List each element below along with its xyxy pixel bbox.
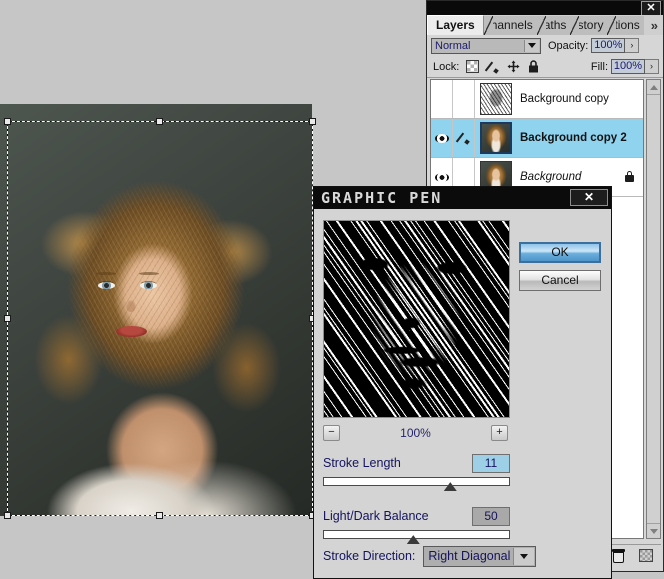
layer-list-scrollbar[interactable]	[646, 79, 661, 539]
fill-input[interactable]: 100%	[611, 59, 645, 74]
light-dark-balance-control: Light/Dark Balance 50	[323, 505, 510, 544]
transparency-lock-icon[interactable]	[466, 60, 480, 73]
stroke-length-slider[interactable]	[323, 477, 510, 491]
add-mask-icon[interactable]	[639, 549, 653, 562]
scroll-down-icon[interactable]	[647, 523, 660, 538]
paint-lock-icon[interactable]	[486, 60, 500, 74]
dialog-body: OK Cancel − 100% + Stroke Length 11 Ligh…	[314, 209, 611, 578]
palette-titlebar[interactable]: ✕	[427, 1, 663, 16]
layer-name: Background copy 2	[520, 132, 627, 144]
tab-overflow-icon[interactable]: »	[646, 16, 663, 35]
dialog-title: GRAPHIC PEN	[321, 189, 443, 207]
light-dark-balance-input[interactable]: 50	[472, 506, 510, 526]
all-lock-icon[interactable]	[527, 60, 540, 73]
filter-preview[interactable]	[323, 220, 510, 418]
close-icon[interactable]: ✕	[570, 189, 608, 206]
layer-name: Background	[520, 171, 582, 183]
stroke-length-slider-thumb[interactable]	[443, 482, 457, 491]
zoom-level-label: 100%	[400, 426, 431, 440]
scroll-up-icon[interactable]	[647, 80, 660, 95]
zoom-out-button[interactable]: −	[323, 425, 340, 441]
opacity-input[interactable]: 100%	[591, 38, 626, 53]
stroke-direction-select[interactable]: Right Diagonal	[423, 545, 537, 567]
close-icon[interactable]: ✕	[641, 1, 661, 16]
blend-mode-row: Normal Opacity: 100% ›	[427, 35, 663, 56]
tab-paths[interactable]: aths	[536, 16, 571, 35]
graphic-pen-preview-art	[324, 221, 509, 417]
fill-label: Fill:	[590, 60, 608, 73]
stroke-direction-label: Stroke Direction:	[323, 549, 416, 563]
fill-slider-arrow-icon[interactable]: ›	[645, 59, 659, 74]
cancel-button[interactable]: Cancel	[519, 270, 601, 291]
opacity-slider-arrow-icon[interactable]: ›	[625, 38, 640, 53]
layer-thumbnail[interactable]	[480, 122, 512, 154]
ok-button[interactable]: OK	[519, 242, 601, 263]
chevron-down-icon[interactable]	[513, 547, 535, 565]
preview-zoom-controls: − 100% +	[323, 423, 508, 443]
light-dark-balance-slider[interactable]	[323, 530, 510, 544]
brush-icon	[457, 131, 471, 145]
stroke-length-input[interactable]: 11	[472, 453, 510, 473]
move-lock-icon[interactable]	[507, 60, 520, 73]
light-dark-balance-label: Light/Dark Balance	[323, 509, 429, 523]
light-dark-balance-slider-thumb[interactable]	[406, 535, 420, 544]
tab-channels[interactable]: hannels	[483, 16, 537, 35]
layer-thumbnail[interactable]	[480, 83, 512, 115]
blend-mode-value: Normal	[435, 39, 471, 52]
stroke-direction-control: Stroke Direction: Right Diagonal	[323, 544, 603, 568]
palette-tab-row: Layers hannels aths story tions »	[427, 15, 663, 36]
eye-icon	[434, 133, 449, 143]
graphic-pen-dialog: GRAPHIC PEN ✕ OK Cancel − 100% + Stroke …	[313, 186, 612, 579]
layer-link-toggle[interactable]	[453, 80, 475, 118]
table-row[interactable]: Background copy 2	[431, 119, 643, 158]
tab-actions[interactable]: tions	[607, 16, 644, 35]
lock-icon	[624, 171, 635, 183]
stroke-direction-value: Right Diagonal	[428, 548, 511, 563]
lock-row: Lock: Fill: 100% ›	[427, 56, 663, 78]
chevron-down-icon[interactable]	[524, 39, 539, 52]
delete-layer-icon[interactable]	[612, 548, 625, 563]
tab-history[interactable]: story	[570, 16, 608, 35]
layer-link-toggle[interactable]	[453, 119, 475, 157]
tab-layers[interactable]: Layers	[427, 15, 484, 35]
blend-mode-select[interactable]: Normal	[431, 37, 541, 54]
lock-label: Lock:	[433, 60, 460, 73]
dialog-titlebar[interactable]: GRAPHIC PEN ✕	[314, 187, 611, 209]
stroke-length-label: Stroke Length	[323, 456, 401, 470]
layer-visibility-toggle[interactable]	[431, 119, 453, 157]
table-row[interactable]: Background copy	[431, 80, 643, 119]
image-canvas[interactable]	[0, 104, 312, 516]
layer-name: Background copy	[520, 93, 609, 105]
zoom-in-button[interactable]: +	[490, 425, 508, 441]
portrait-photo	[0, 104, 312, 516]
eye-icon	[434, 172, 449, 182]
opacity-label: Opacity:	[548, 39, 589, 52]
layer-visibility-toggle[interactable]	[431, 80, 453, 118]
stroke-length-control: Stroke Length 11	[323, 452, 510, 491]
